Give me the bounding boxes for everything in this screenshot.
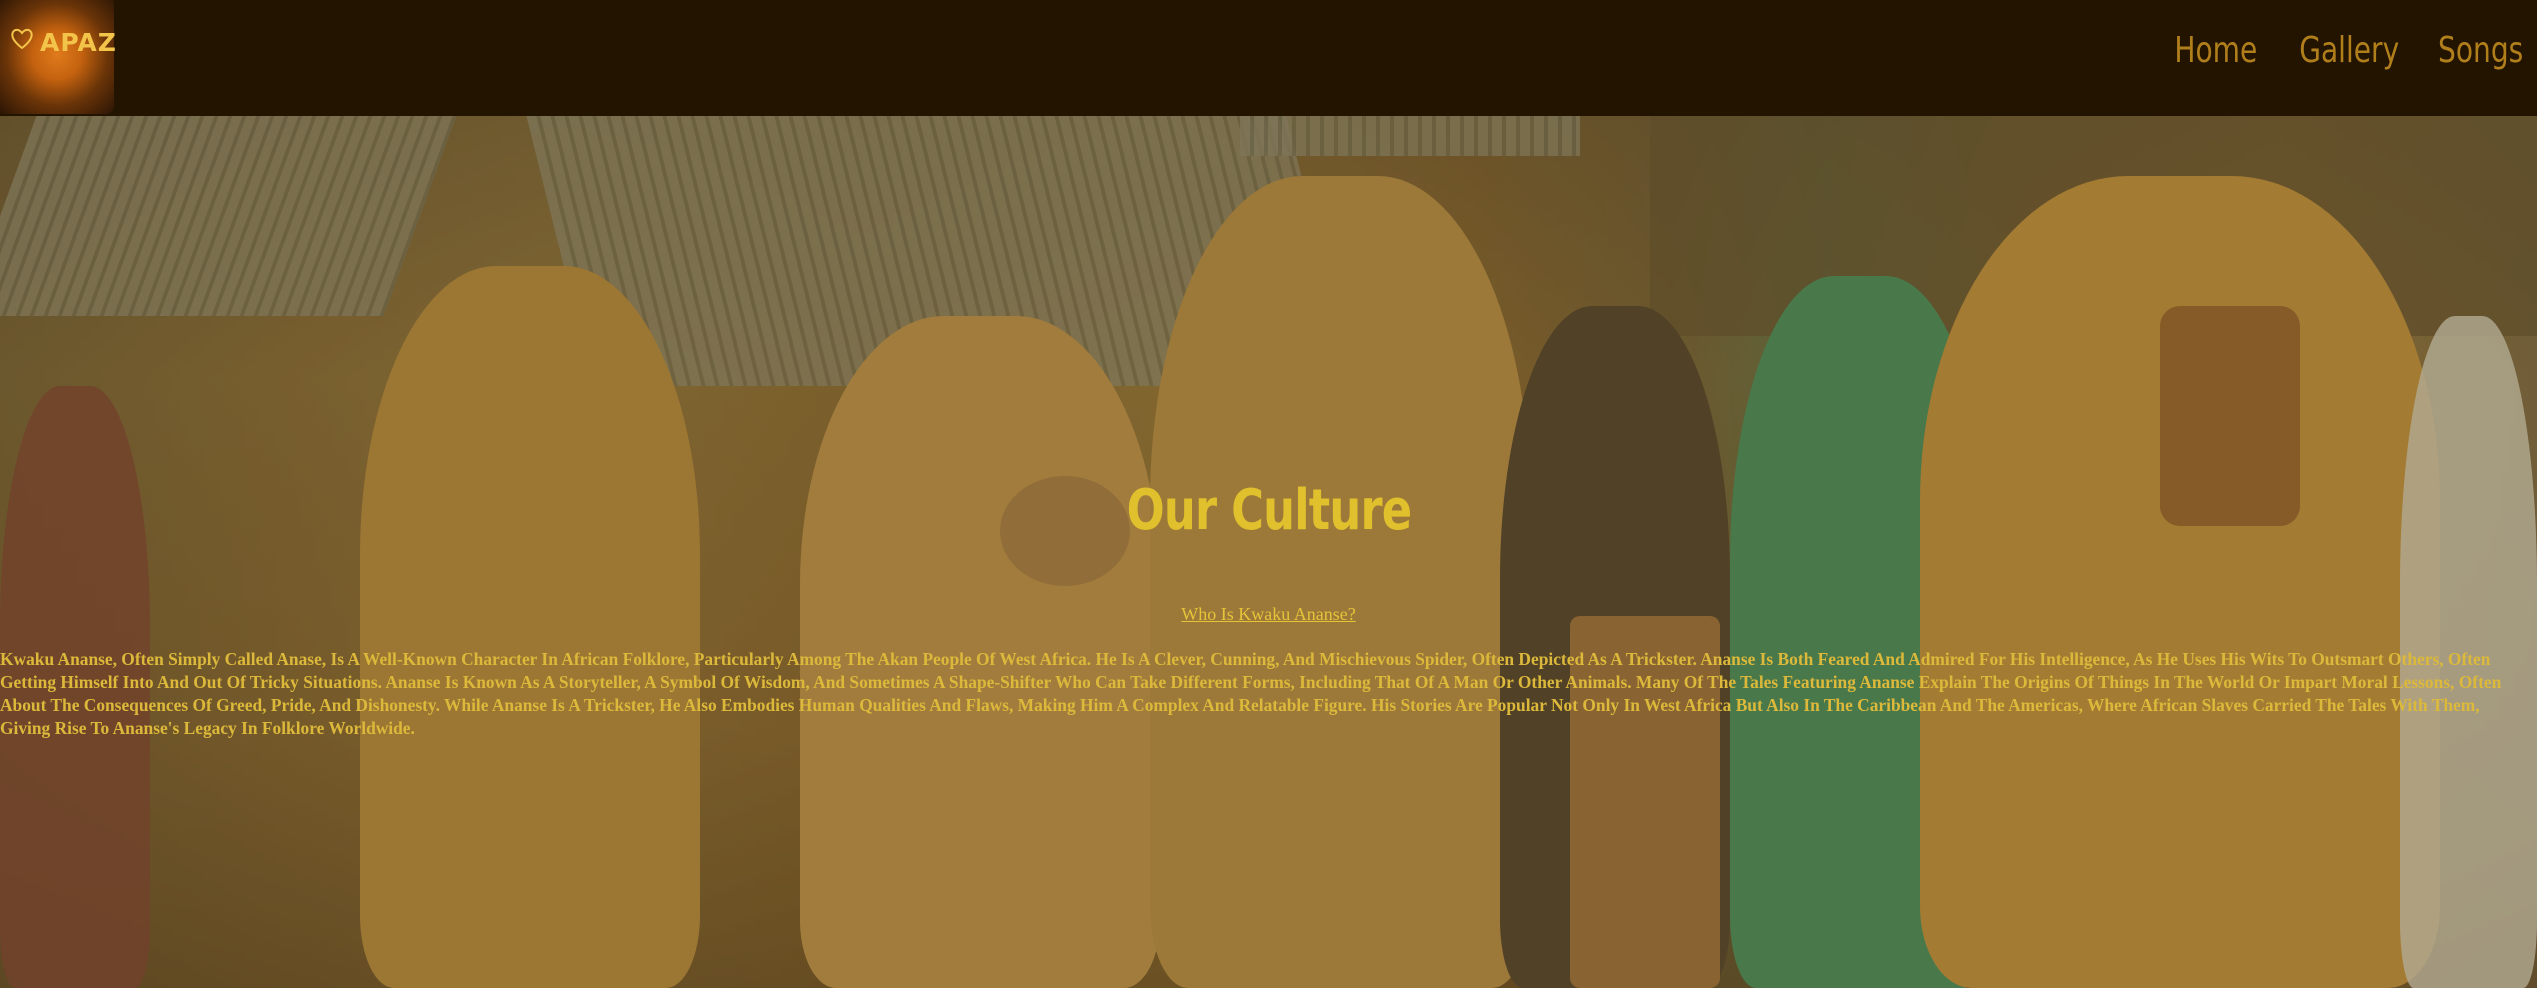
hero-overlay [0,116,2537,988]
hero-background-photo: Our Culture Who Is Kwaku Ananse? Kwaku A… [0,116,2537,988]
logo-text: APAZ [40,28,117,57]
nav-songs-link[interactable]: Songs [2438,30,2523,71]
nav-home-link[interactable]: Home [2175,30,2258,71]
intro-paragraph: Kwaku Ananse, Often Simply Called Anase,… [0,649,2502,738]
page-title: Our Culture [1126,478,1412,543]
heart-icon [11,28,33,50]
main-nav: Home Gallery Songs [2151,30,2523,71]
site-logo[interactable]: APAZ [0,0,117,114]
who-is-kwaku-ananse-link[interactable]: Who Is Kwaku Ananse? [0,604,2537,625]
nav-gallery-link[interactable]: Gallery [2300,30,2400,71]
top-navbar: APAZ Home Gallery Songs [0,0,2537,116]
